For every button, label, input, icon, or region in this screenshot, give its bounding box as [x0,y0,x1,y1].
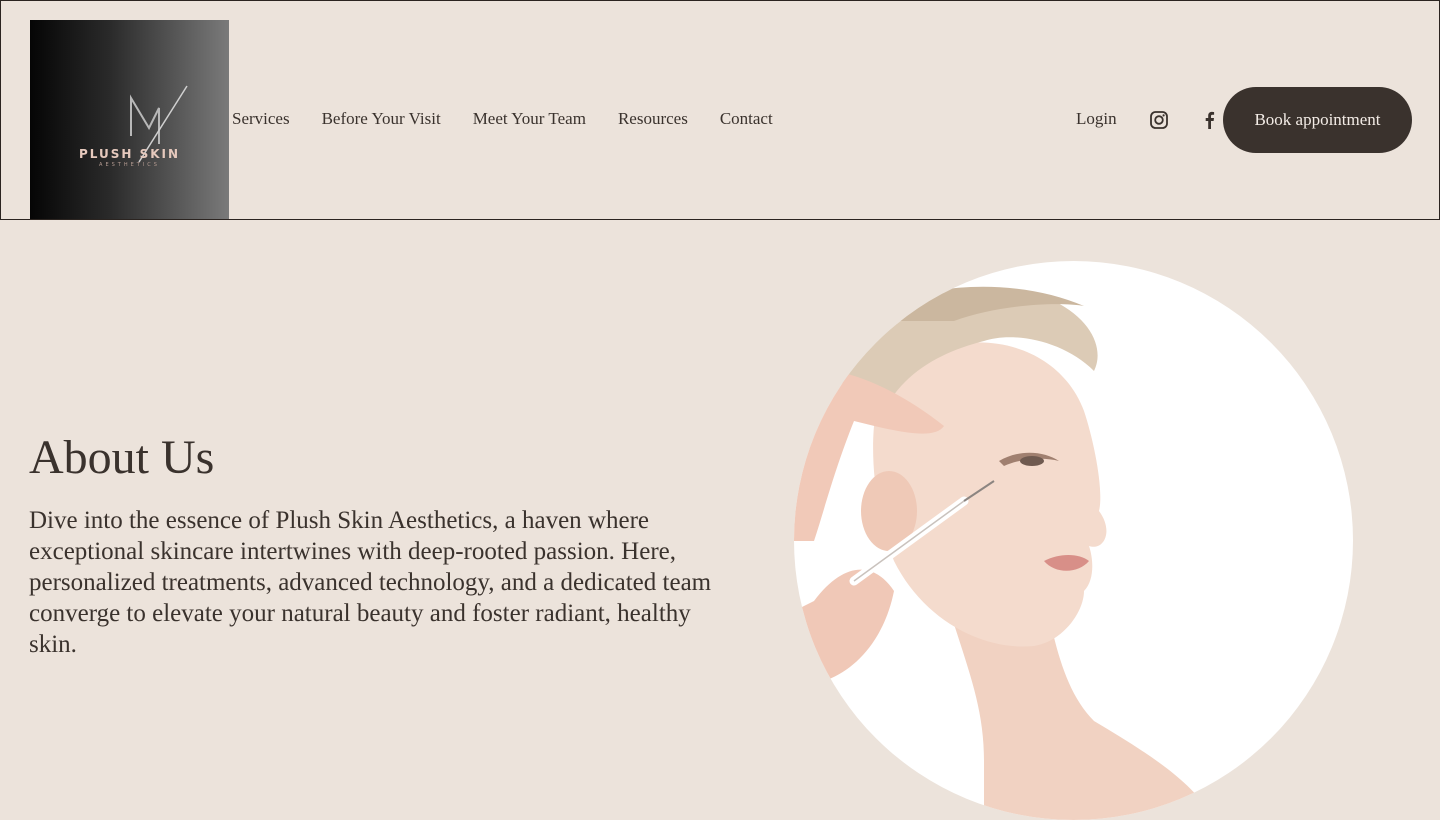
brand-subtitle: AESTHETICS [99,162,160,168]
hero-image [794,261,1353,820]
nav-meet-your-team[interactable]: Meet Your Team [473,109,586,129]
site-header: PLUSH SKIN AESTHETICS Services Before Yo… [0,0,1440,220]
main-nav: Services Before Your Visit Meet Your Tea… [232,109,773,129]
instagram-icon[interactable] [1150,111,1168,134]
nav-contact[interactable]: Contact [720,109,773,129]
book-appointment-button[interactable]: Book appointment [1223,87,1412,153]
about-description: Dive into the essence of Plush Skin Aest… [29,507,712,658]
about-title: About Us [29,431,215,484]
nav-before-your-visit[interactable]: Before Your Visit [322,109,441,129]
nav-services[interactable]: Services [232,109,290,129]
brand-name: PLUSH SKIN [78,147,181,161]
facebook-icon[interactable] [1203,111,1215,134]
brand-logo[interactable]: PLUSH SKIN AESTHETICS [30,20,229,219]
login-link[interactable]: Login [1076,109,1117,129]
nav-resources[interactable]: Resources [618,109,688,129]
